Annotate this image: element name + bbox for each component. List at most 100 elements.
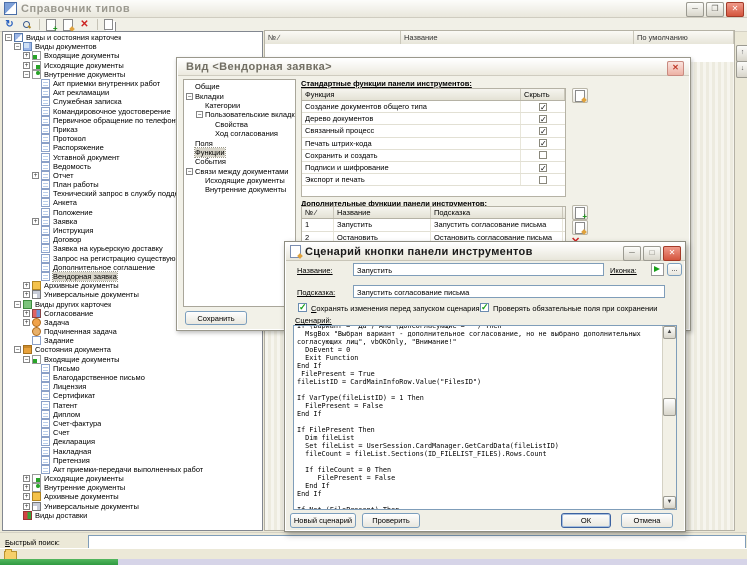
hide-checkbox[interactable]: ✓ xyxy=(539,115,547,123)
move-down-button[interactable]: ↓ xyxy=(736,61,747,78)
tree-item[interactable]: Патент xyxy=(3,401,262,410)
expand-icon[interactable]: + xyxy=(32,218,39,225)
add-col-number[interactable]: № ∕ xyxy=(302,207,334,218)
ok-button[interactable]: ОК xyxy=(561,513,611,528)
tree-item[interactable]: Категории xyxy=(184,101,295,110)
std-col-hide[interactable]: Скрыть xyxy=(521,89,565,100)
add-col-name[interactable]: Название xyxy=(334,207,431,218)
new-script-button[interactable]: Новый сценарий xyxy=(290,513,356,528)
add-col-hint[interactable]: Подсказка xyxy=(431,207,563,218)
table-row[interactable]: Связанный процесс✓ xyxy=(302,125,565,137)
expand-icon[interactable]: + xyxy=(23,484,30,491)
hide-checkbox[interactable] xyxy=(539,176,547,184)
tree-item[interactable]: Письмо xyxy=(3,364,262,373)
table-row[interactable]: Дерево документов✓ xyxy=(302,113,565,125)
hide-checkbox[interactable]: ✓ xyxy=(539,139,547,147)
expand-icon[interactable]: + xyxy=(32,172,39,179)
copy-button[interactable] xyxy=(101,19,116,31)
tree-item[interactable]: +Архивные документы xyxy=(3,492,262,501)
collapse-icon[interactable]: − xyxy=(196,111,203,118)
hide-checkbox[interactable]: ✓ xyxy=(539,127,547,135)
expand-icon[interactable]: + xyxy=(23,475,30,482)
search-button[interactable] xyxy=(19,19,34,31)
new-card-button[interactable] xyxy=(43,19,58,31)
tree-item[interactable]: Счет xyxy=(3,428,262,437)
expand-icon[interactable]: + xyxy=(23,62,30,69)
tree-item[interactable]: Функции xyxy=(184,148,295,157)
std-col-function[interactable]: Функция xyxy=(302,89,521,100)
scrollbar-thumb[interactable] xyxy=(663,398,676,416)
collapse-icon[interactable]: − xyxy=(14,301,21,308)
expand-icon[interactable]: + xyxy=(23,282,30,289)
tree-item[interactable]: +Внутренние документы xyxy=(3,483,262,492)
tree-item[interactable]: −Состояния документа xyxy=(3,345,262,354)
expand-icon[interactable]: + xyxy=(23,52,30,59)
std-edit-button[interactable] xyxy=(572,88,588,103)
save-button[interactable]: Сохранить xyxy=(185,311,247,325)
tree-item[interactable]: Свойства xyxy=(184,120,295,129)
tree-item[interactable]: Общие xyxy=(184,82,295,91)
tree-item[interactable]: Декларация xyxy=(3,437,262,446)
close-button[interactable]: ✕ xyxy=(663,246,681,261)
edit-function-button[interactable] xyxy=(572,220,588,235)
tree-item[interactable]: Внутренние документы xyxy=(184,185,295,194)
add-function-button[interactable] xyxy=(572,205,588,220)
check-required-checkbox[interactable]: ✓ xyxy=(480,303,489,312)
code-scrollbar[interactable]: ▲ ▼ xyxy=(662,326,676,509)
hide-checkbox[interactable]: ✓ xyxy=(539,103,547,111)
hint-input[interactable] xyxy=(353,285,665,298)
expand-icon[interactable]: + xyxy=(23,319,30,326)
tree-item[interactable]: −Связи между документами xyxy=(184,167,295,176)
scroll-up-icon[interactable]: ▲ xyxy=(663,326,676,339)
view-dialog-close-button[interactable]: ✕ xyxy=(667,61,684,76)
expand-icon[interactable]: + xyxy=(23,291,30,298)
tree-item[interactable]: Диплом xyxy=(3,410,262,419)
collapse-icon[interactable]: − xyxy=(23,71,30,78)
tree-item[interactable]: Счет-фактура xyxy=(3,419,262,428)
delete-card-button[interactable]: ✕ xyxy=(77,19,92,31)
move-up-button[interactable]: ↑ xyxy=(736,45,747,62)
tree-item[interactable]: Исходящие документы xyxy=(184,176,295,185)
tree-item[interactable]: −Виды и состояния карточек xyxy=(3,33,262,42)
icon-browse-button[interactable]: ... xyxy=(667,263,682,276)
scroll-down-icon[interactable]: ▼ xyxy=(663,496,676,509)
view-settings-tree[interactable]: Общие−ВкладкиКатегории−Пользовательские … xyxy=(183,79,296,307)
expand-icon[interactable]: + xyxy=(23,503,30,510)
collapse-icon[interactable]: − xyxy=(14,346,21,353)
tree-item[interactable]: Виды доставки xyxy=(3,511,262,520)
table-row[interactable]: Печать штрих-кода✓ xyxy=(302,138,565,150)
collapse-icon[interactable]: − xyxy=(5,34,12,41)
save-before-run-checkbox[interactable]: ✓ xyxy=(298,303,307,312)
hide-checkbox[interactable]: ✓ xyxy=(539,164,547,172)
hide-checkbox[interactable] xyxy=(539,151,547,159)
tree-item[interactable]: Акт приемки-передачи выполненных работ xyxy=(3,465,262,474)
table-row[interactable]: Создание документов общего типа✓ xyxy=(302,101,565,113)
table-row[interactable]: Экспорт и печать xyxy=(302,174,565,186)
standard-functions-table[interactable]: Функция Скрыть Создание документов общег… xyxy=(301,88,566,197)
restore-button[interactable]: ❐ xyxy=(706,2,724,17)
tree-item[interactable]: −Виды документов xyxy=(3,42,262,51)
tree-item[interactable]: События xyxy=(184,157,295,166)
minimize-button[interactable]: ─ xyxy=(686,2,704,17)
tree-item[interactable]: +Универсальные документы xyxy=(3,502,262,511)
column-header-name[interactable]: Название xyxy=(401,31,634,44)
tree-item[interactable]: Поля xyxy=(184,138,295,147)
collapse-icon[interactable]: − xyxy=(14,43,21,50)
edit-card-button[interactable] xyxy=(60,19,75,31)
maximize-button[interactable]: □ xyxy=(643,246,661,261)
expand-icon[interactable]: + xyxy=(23,493,30,500)
tree-item[interactable]: Накладная xyxy=(3,446,262,455)
refresh-button[interactable]: ↻ xyxy=(2,19,17,31)
tree-item[interactable]: −Пользовательские вкладки xyxy=(184,110,295,119)
tree-item[interactable]: Претензия xyxy=(3,456,262,465)
tree-item[interactable]: −Входящие документы xyxy=(3,355,262,364)
tree-item[interactable]: Благодарственное письмо xyxy=(3,373,262,382)
tree-item[interactable]: +Исходящие документы xyxy=(3,474,262,483)
table-row[interactable]: Сохранить и создать xyxy=(302,150,565,162)
script-code-editor[interactable]: If (Вариант = "Да") And (ДопСогласующие … xyxy=(293,325,677,510)
collapse-icon[interactable]: − xyxy=(186,93,193,100)
expand-icon[interactable]: + xyxy=(23,310,30,317)
table-row[interactable]: Подписи и шифрование✓ xyxy=(302,162,565,174)
close-button[interactable]: ✕ xyxy=(726,2,744,17)
table-row[interactable]: 1ЗапуститьЗапустить согласование письма xyxy=(302,219,565,232)
